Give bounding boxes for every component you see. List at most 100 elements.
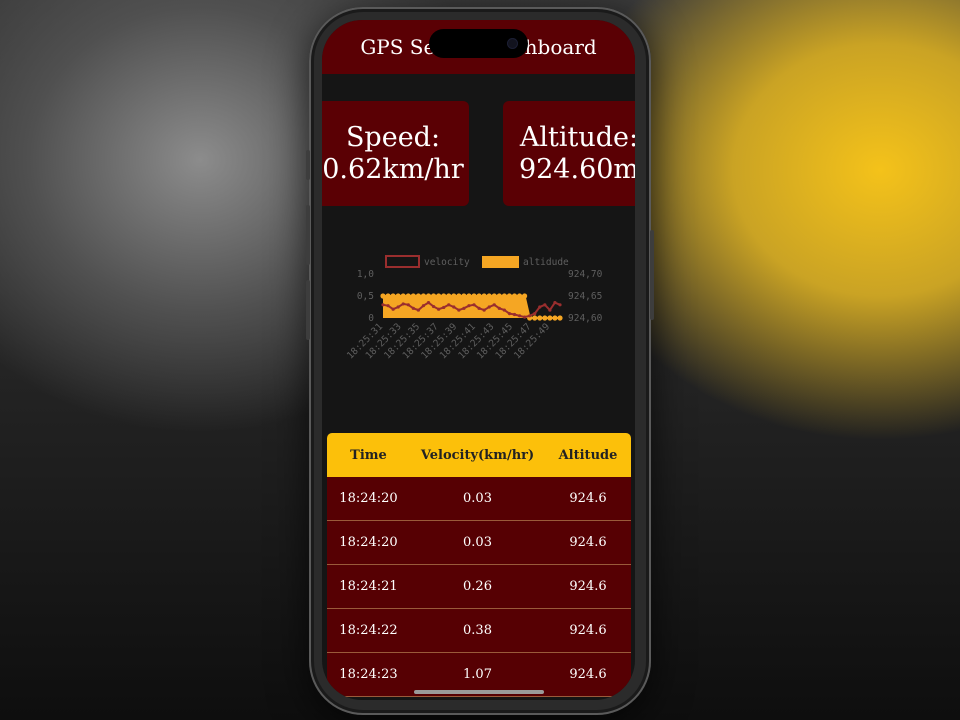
altitude-label: Altitude: <box>519 121 635 153</box>
altidude-point <box>501 293 507 299</box>
velocity-point <box>558 303 562 307</box>
velocity-point <box>523 315 527 319</box>
velocity-point <box>447 303 451 307</box>
sensor-chart: velocity altidude 1,0 0,5 0 924,70 924,65 92… <box>345 255 603 361</box>
altitude-value: 924.60m <box>518 153 635 185</box>
altidude-point <box>415 293 421 299</box>
altidude-point <box>446 293 452 299</box>
velocity-point <box>437 307 441 311</box>
cell-velocity: 1.07 <box>463 667 492 682</box>
altidude-point <box>436 293 442 299</box>
velocity-point <box>431 304 436 309</box>
velocity-point <box>381 303 385 307</box>
action-button <box>306 150 310 180</box>
velocity-point <box>467 304 471 308</box>
speed-value: 0.62km/hr <box>322 153 464 185</box>
y-left-tick-label: 0,5 <box>357 291 374 302</box>
volume-up-button <box>306 205 310 265</box>
altitude-card: Altitude: 924.60m <box>503 101 635 206</box>
velocity-point <box>497 306 501 310</box>
altidude-point <box>491 293 497 299</box>
velocity-point <box>391 307 395 311</box>
cell-velocity: 0.03 <box>463 491 492 506</box>
velocity-point <box>517 314 522 318</box>
chart-legend[interactable]: velocity altidude <box>385 255 569 268</box>
velocity-point <box>477 306 481 310</box>
cell-altitude: 924.6 <box>569 491 607 506</box>
velocity-point <box>538 305 542 309</box>
y-left-tick-label: 1,0 <box>357 269 374 280</box>
legend-swatch-velocity <box>385 255 420 268</box>
table-row: 18:24:20 0.03 924.6 <box>327 477 631 521</box>
column-header-time: Time <box>350 447 387 463</box>
altidude-point <box>516 293 523 299</box>
altidude-point <box>542 315 548 321</box>
velocity-point <box>512 312 517 317</box>
altidude-point <box>456 293 462 299</box>
velocity-point <box>386 304 390 308</box>
power-button <box>650 230 654 320</box>
altidude-point <box>547 315 553 321</box>
legend-label-velocity: velocity <box>424 257 470 268</box>
altidude-point <box>552 315 558 321</box>
cell-time: 18:24:22 <box>339 623 398 638</box>
data-table: Time Velocity(km/hr) Altitude 18:24:20 0… <box>327 433 631 697</box>
table-row: 18:24:20 0.03 924.6 <box>327 521 631 565</box>
altidude-point <box>380 293 386 299</box>
cell-altitude: 924.6 <box>569 535 607 550</box>
cell-altitude: 924.6 <box>569 667 607 682</box>
velocity-point <box>472 303 476 307</box>
velocity-point <box>452 305 456 309</box>
cell-time: 18:24:20 <box>339 535 398 550</box>
altidude-point <box>395 293 401 299</box>
altidude-point <box>522 293 528 299</box>
legend-label-altidude: altidude <box>523 257 569 268</box>
y-left-tick-label: 0 <box>368 313 374 324</box>
altidude-point <box>511 293 518 299</box>
velocity-point <box>421 304 426 308</box>
y-right-tick-label: 924,65 <box>568 291 602 302</box>
camera-icon <box>507 38 518 49</box>
table-row: 18:24:21 0.26 924.6 <box>327 565 631 609</box>
velocity-point <box>492 303 496 307</box>
altidude-point <box>441 293 447 299</box>
velocity-point <box>462 306 466 310</box>
velocity-point <box>548 308 552 312</box>
altidude-point <box>476 293 482 299</box>
velocity-point <box>533 312 537 316</box>
velocity-point <box>442 305 446 310</box>
cell-velocity: 0.03 <box>463 535 492 550</box>
velocity-point <box>426 301 431 305</box>
altidude-point <box>461 293 467 299</box>
velocity-point <box>507 312 512 316</box>
cell-time: 18:24:20 <box>339 491 398 506</box>
volume-down-button <box>306 280 310 340</box>
altidude-point <box>486 293 492 299</box>
velocity-point <box>553 301 557 305</box>
home-indicator[interactable] <box>414 690 544 694</box>
phone-screen: GPS Sensor Dashboard Speed: 0.62km/hr Al… <box>322 20 635 700</box>
velocity-point <box>396 305 400 309</box>
cell-altitude: 924.6 <box>569 579 607 594</box>
speed-label: Speed: <box>345 121 441 153</box>
altidude-point <box>466 293 472 299</box>
cell-time: 18:24:23 <box>339 667 398 682</box>
legend-swatch-altidude <box>482 256 519 268</box>
altidude-point <box>481 293 487 299</box>
speed-card: Speed: 0.62km/hr <box>322 101 469 206</box>
velocity-point <box>416 308 420 312</box>
y-right-tick-label: 924,70 <box>568 269 603 280</box>
altidude-point <box>400 293 406 299</box>
column-header-altitude: Altitude <box>558 447 618 463</box>
velocity-point <box>406 303 410 307</box>
cell-velocity: 0.38 <box>463 623 492 638</box>
altidude-point <box>471 293 477 299</box>
altidude-point <box>496 293 502 299</box>
velocity-point <box>457 308 461 312</box>
velocity-point <box>502 308 506 312</box>
table-row: 18:24:22 0.38 924.6 <box>327 609 631 653</box>
altidude-point <box>420 293 427 299</box>
y-right-tick-label: 924,60 <box>568 313 603 324</box>
velocity-point <box>528 314 532 318</box>
velocity-point <box>487 305 491 309</box>
